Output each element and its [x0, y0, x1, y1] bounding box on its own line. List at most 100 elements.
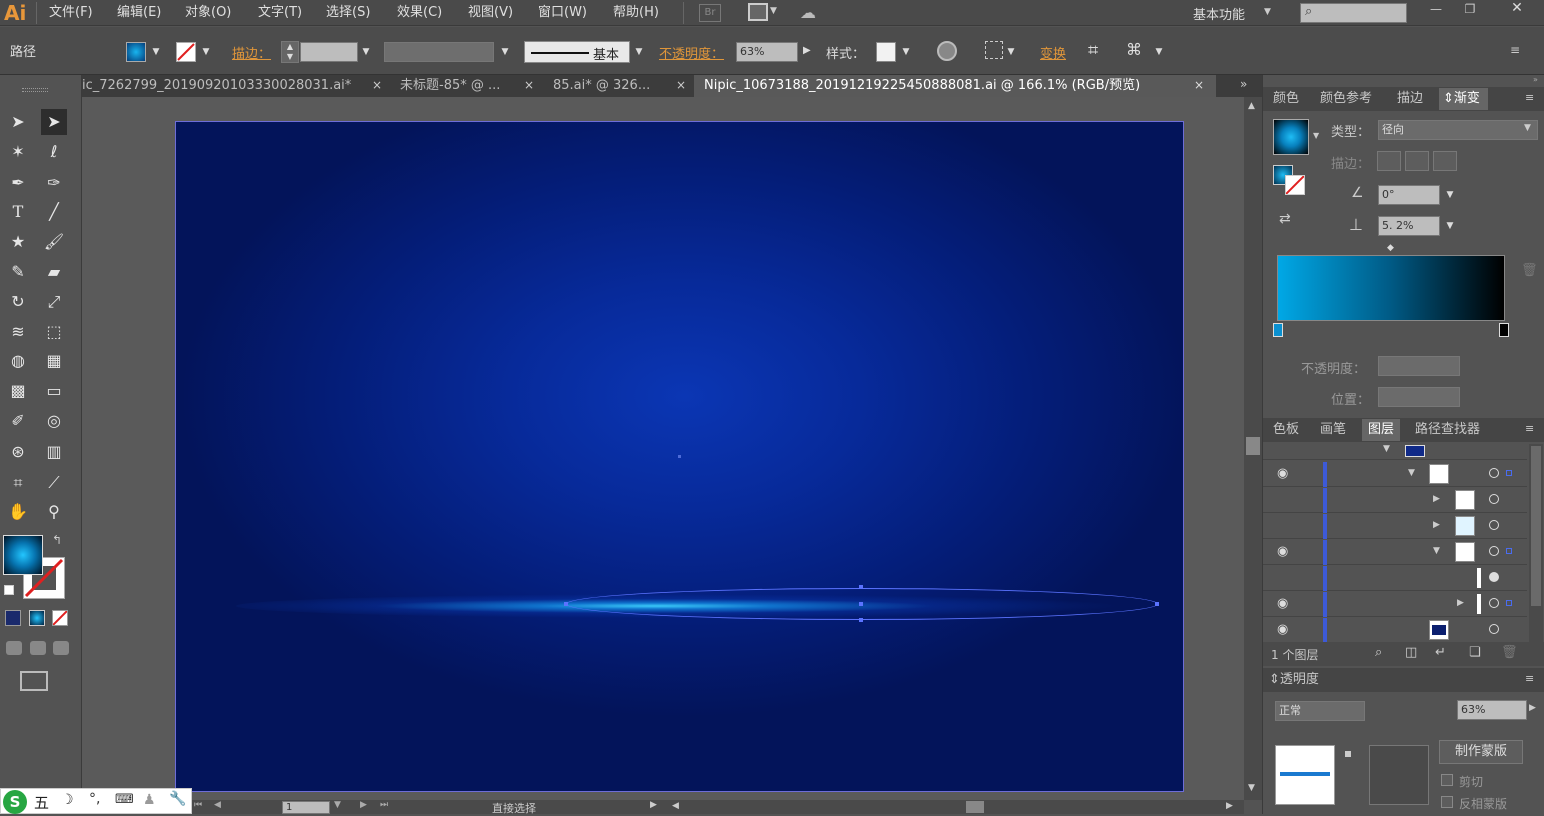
- target-icon[interactable]: [1489, 546, 1499, 556]
- menu-type[interactable]: 文字(T): [258, 4, 302, 22]
- chevron-down-icon[interactable]: ▼: [1443, 219, 1457, 233]
- menu-help[interactable]: 帮助(H): [613, 4, 659, 22]
- eraser-tool-icon[interactable]: ▰: [41, 259, 67, 285]
- chevron-down-icon[interactable]: ▼: [1152, 45, 1166, 59]
- magic-wand-tool-icon[interactable]: ✶: [5, 139, 31, 165]
- tab-color[interactable]: 颜色: [1273, 88, 1299, 110]
- layer-row[interactable]: ◉ ▼: [1263, 540, 1527, 565]
- anchor-point[interactable]: [1155, 602, 1159, 606]
- target-icon[interactable]: [1489, 520, 1499, 530]
- eye-icon[interactable]: ◉: [1277, 596, 1288, 611]
- pen-tool-icon[interactable]: ✒: [5, 170, 31, 196]
- selection-indicator[interactable]: [1506, 548, 1512, 554]
- eye-icon[interactable]: ◉: [1277, 544, 1288, 559]
- midpoint-diamond-icon[interactable]: ◆: [1387, 243, 1394, 253]
- play-right-icon[interactable]: ▶: [803, 45, 811, 56]
- collapse-panels-icon[interactable]: »: [1533, 75, 1538, 84]
- anchor-point[interactable]: [564, 602, 568, 606]
- user-icon[interactable]: ♟: [143, 792, 156, 808]
- type-tool-icon[interactable]: T: [5, 199, 31, 225]
- direct-selection-tool-icon[interactable]: ➤: [41, 109, 67, 135]
- last-page-icon[interactable]: ⏭: [380, 800, 388, 810]
- selection-indicator[interactable]: [1506, 600, 1512, 606]
- blend-tool-icon[interactable]: ◎: [41, 408, 67, 434]
- close-tab-icon[interactable]: ×: [676, 78, 686, 92]
- chevron-down-icon[interactable]: ▼: [1004, 45, 1018, 59]
- chevron-down-icon[interactable]: ▼: [899, 45, 913, 59]
- anchor-point[interactable]: [859, 618, 863, 622]
- layer-row[interactable]: [1263, 566, 1527, 591]
- transparency-opacity-input[interactable]: 63%: [1457, 700, 1527, 720]
- chevron-down-icon[interactable]: ▼: [770, 6, 777, 16]
- chevron-down-icon[interactable]: ▼: [498, 45, 512, 59]
- wrench-icon[interactable]: 🔧: [169, 791, 186, 807]
- chevron-down-icon[interactable]: ▼: [149, 45, 163, 59]
- new-sublayer-icon[interactable]: ↵: [1435, 645, 1446, 660]
- stroke-along-icon[interactable]: [1405, 151, 1429, 171]
- stroke-swatch[interactable]: [176, 42, 196, 62]
- transform-link[interactable]: 变换: [1040, 43, 1066, 62]
- draw-inside-icon[interactable]: [53, 641, 69, 655]
- prev-page-icon[interactable]: ◀: [214, 800, 221, 810]
- fill-color-box-front[interactable]: [3, 535, 43, 575]
- target-icon[interactable]: [1489, 572, 1499, 582]
- scroll-thumb[interactable]: [1531, 446, 1541, 606]
- anchor-point[interactable]: [859, 602, 863, 606]
- make-mask-button[interactable]: 制作蒙版: [1439, 740, 1523, 764]
- close-tab-icon[interactable]: ×: [524, 78, 534, 92]
- bridge-button[interactable]: Br: [699, 4, 721, 22]
- make-clipping-mask-icon[interactable]: ◫: [1405, 645, 1417, 660]
- hand-tool-icon[interactable]: ✋: [5, 499, 31, 525]
- stroke-label[interactable]: 描边：: [232, 43, 271, 62]
- restore-button[interactable]: ❐: [1456, 2, 1484, 20]
- eye-icon[interactable]: ◉: [1277, 622, 1288, 637]
- tab-transparency[interactable]: ⇕透明度: [1269, 669, 1319, 691]
- scroll-thumb[interactable]: [1246, 437, 1260, 455]
- stop-position-input[interactable]: [1378, 387, 1460, 407]
- scroll-thumb[interactable]: [966, 801, 984, 813]
- tab-gradient[interactable]: ⇕渐变: [1439, 88, 1488, 110]
- none-mode-button[interactable]: [52, 610, 68, 626]
- selection-indicator[interactable]: [1506, 470, 1512, 476]
- tab-document-3[interactable]: 85.ai* @ 326...: [553, 75, 663, 97]
- layers-list[interactable]: ▼ ◉ ▼ ▶ ▶ ◉ ▼ ◉ ▶ ◉: [1263, 444, 1527, 642]
- close-tab-icon[interactable]: ×: [1194, 78, 1204, 92]
- menu-view[interactable]: 视图(V): [468, 4, 513, 22]
- gradient-mode-button[interactable]: [29, 610, 45, 626]
- layer-row[interactable]: ◉ ▶: [1263, 592, 1527, 617]
- chevron-down-icon[interactable]: ▼: [1313, 131, 1319, 140]
- anchor-point[interactable]: [859, 585, 863, 589]
- scroll-up-icon[interactable]: ▲: [1248, 101, 1255, 111]
- blend-mode-select[interactable]: 正常: [1275, 701, 1365, 721]
- fill-swatch[interactable]: [126, 42, 146, 62]
- color-mode-button[interactable]: [5, 610, 21, 626]
- panel-menu-icon[interactable]: ≡: [1525, 672, 1534, 685]
- object-thumbnail[interactable]: [1275, 745, 1335, 805]
- draw-behind-icon[interactable]: [30, 641, 46, 655]
- width-tool-icon[interactable]: ≋: [5, 319, 31, 345]
- sogou-logo-icon[interactable]: S: [3, 790, 27, 814]
- target-icon[interactable]: [1489, 468, 1499, 478]
- lasso-tool-icon[interactable]: ℓ: [41, 139, 67, 165]
- close-window-button[interactable]: ✕: [1502, 0, 1532, 20]
- close-tab-icon[interactable]: ×: [372, 78, 382, 92]
- expand-icon[interactable]: ▼: [1383, 444, 1390, 454]
- tab-document-active[interactable]: Nipic_10673188_20191219225450888081.ai @…: [694, 75, 1216, 97]
- graphic-style-swatch[interactable]: [876, 42, 896, 62]
- isolate-object-icon[interactable]: ⌗: [1088, 40, 1098, 61]
- tab-brushes[interactable]: 画笔: [1320, 419, 1346, 441]
- align-to-icon[interactable]: [985, 41, 1003, 59]
- rotate-tool-icon[interactable]: ↻: [5, 289, 31, 315]
- star-tool-icon[interactable]: ★: [5, 229, 31, 255]
- symbol-sprayer-tool-icon[interactable]: ⊛: [5, 439, 31, 465]
- pencil-tool-icon[interactable]: ✎: [5, 259, 31, 285]
- scroll-right-icon[interactable]: ▶: [1226, 801, 1233, 811]
- page-number-input[interactable]: 1: [282, 801, 330, 814]
- expand-icon[interactable]: ▶: [1433, 494, 1440, 504]
- new-layer-icon[interactable]: ❏: [1469, 645, 1481, 660]
- screen-mode-icon[interactable]: [20, 671, 48, 691]
- expand-icon[interactable]: ▶: [1457, 598, 1464, 608]
- slice-tool-icon[interactable]: ⟋: [41, 470, 67, 496]
- artboard-tool-icon[interactable]: ⌗: [5, 470, 31, 496]
- chevron-down-icon[interactable]: ▼: [1524, 123, 1531, 133]
